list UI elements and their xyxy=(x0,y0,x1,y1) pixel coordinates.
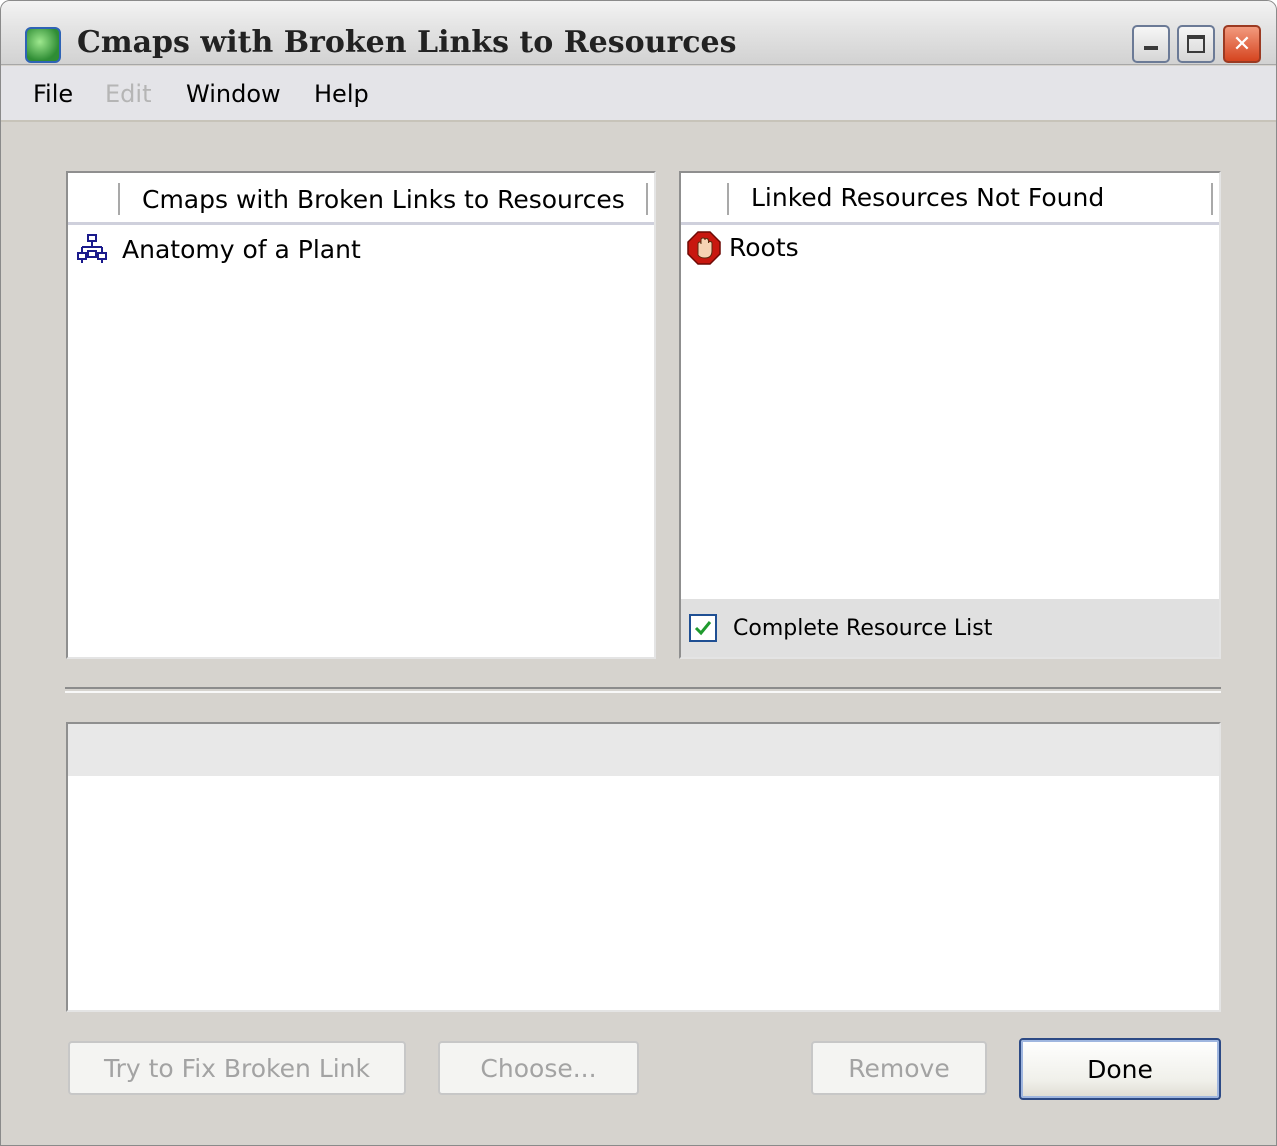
resource-name: Roots xyxy=(729,232,799,262)
complete-resource-list-bar: Complete Resource List xyxy=(681,599,1219,657)
details-panel[interactable] xyxy=(66,722,1221,1012)
missing-resources-header-label: Linked Resources Not Found xyxy=(751,183,1105,212)
menu-bar: File Edit Window Help xyxy=(1,66,1276,122)
checkmark-icon xyxy=(694,621,712,636)
list-item[interactable]: Roots xyxy=(687,231,799,265)
cmaptools-app-icon xyxy=(25,27,61,63)
dialog-window: Cmaps with Broken Links to Resources ✕ F… xyxy=(0,0,1277,1146)
done-button[interactable]: Done xyxy=(1019,1038,1221,1100)
menu-window[interactable]: Window xyxy=(186,80,281,108)
menu-edit[interactable]: Edit xyxy=(105,80,151,108)
complete-resource-list-checkbox[interactable] xyxy=(689,614,717,642)
missing-resources-header[interactable]: Linked Resources Not Found xyxy=(681,173,1219,225)
close-icon: ✕ xyxy=(1232,31,1252,57)
minimize-icon xyxy=(1144,46,1158,50)
window-title: Cmaps with Broken Links to Resources xyxy=(77,25,737,60)
menu-file[interactable]: File xyxy=(33,80,73,108)
column-divider xyxy=(727,183,729,215)
column-divider xyxy=(646,183,648,215)
column-divider xyxy=(1211,183,1213,215)
list-item[interactable]: Anatomy of a Plant xyxy=(76,233,361,265)
menu-help[interactable]: Help xyxy=(314,80,369,108)
split-pane-divider[interactable] xyxy=(65,687,1221,693)
close-button[interactable]: ✕ xyxy=(1223,25,1261,63)
try-to-fix-button[interactable]: Try to Fix Broken Link xyxy=(68,1041,406,1095)
remove-button[interactable]: Remove xyxy=(811,1041,987,1095)
cmap-icon xyxy=(76,233,108,265)
column-divider xyxy=(118,183,120,215)
broken-cmaps-header-label: Cmaps with Broken Links to Resources xyxy=(142,185,625,214)
stop-hand-icon xyxy=(687,231,721,265)
title-bar[interactable]: Cmaps with Broken Links to Resources ✕ xyxy=(1,1,1276,65)
cmap-name: Anatomy of a Plant xyxy=(122,234,361,264)
choose-button[interactable]: Choose... xyxy=(438,1041,639,1095)
broken-cmaps-list[interactable]: Cmaps with Broken Links to Resources Ana… xyxy=(66,171,656,659)
maximize-icon xyxy=(1187,35,1205,53)
maximize-button[interactable] xyxy=(1177,25,1215,63)
complete-resource-list-label: Complete Resource List xyxy=(733,615,993,641)
minimize-button[interactable] xyxy=(1132,25,1170,63)
broken-cmaps-header[interactable]: Cmaps with Broken Links to Resources xyxy=(68,173,654,225)
missing-resources-list[interactable]: Linked Resources Not Found Roots Complet… xyxy=(679,171,1221,659)
details-header xyxy=(68,724,1219,776)
